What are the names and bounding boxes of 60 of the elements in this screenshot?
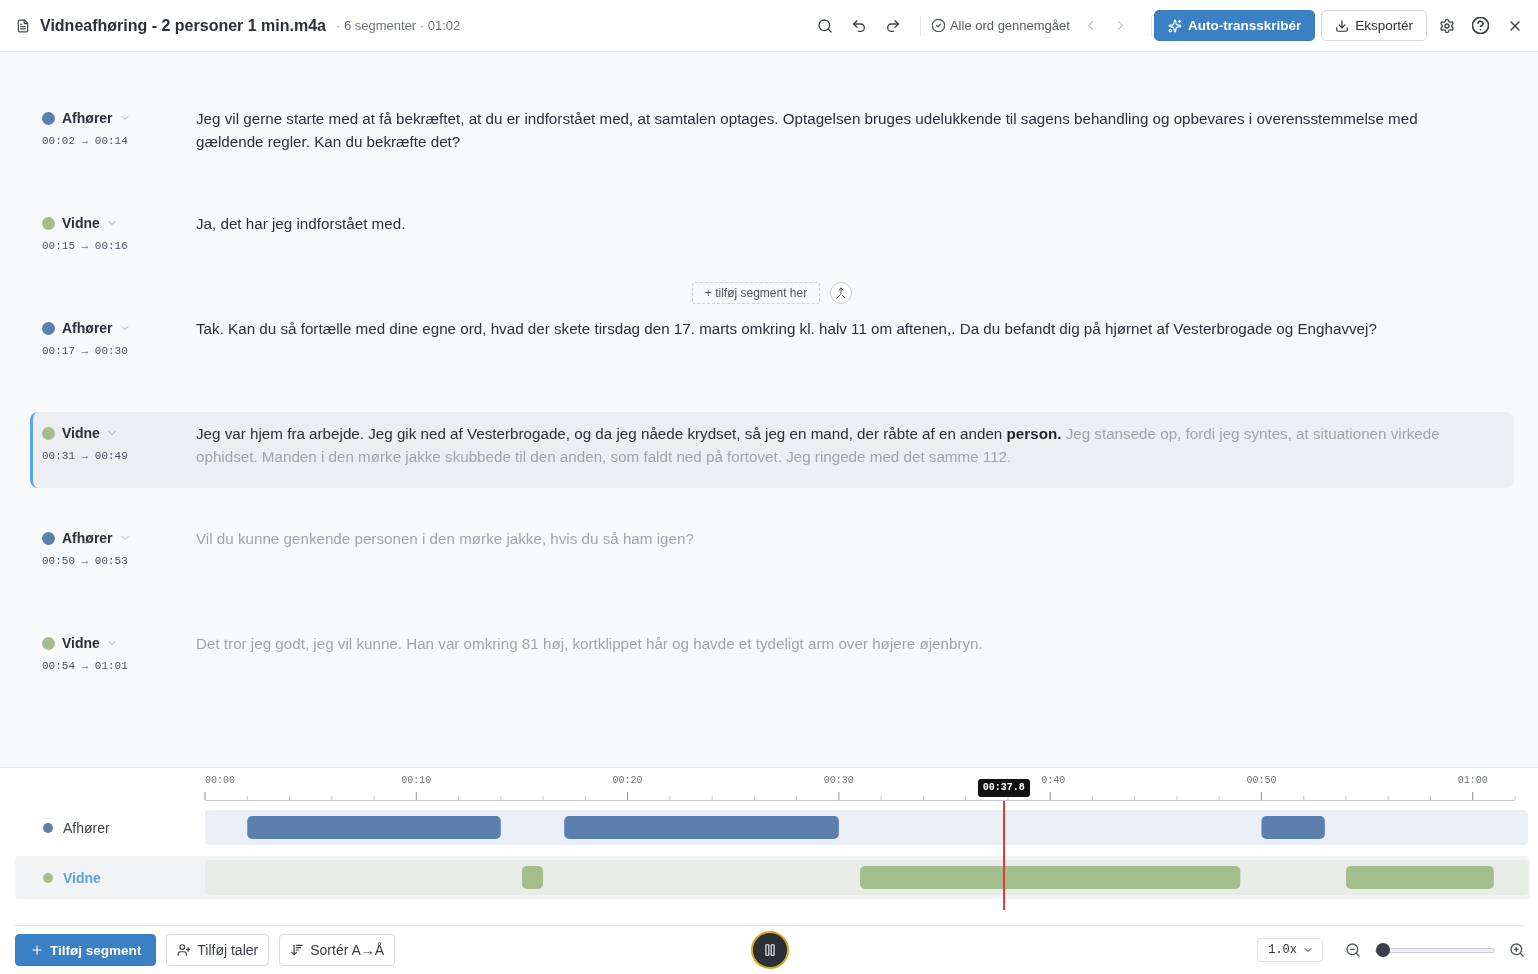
- sparkles-icon: [1167, 18, 1182, 33]
- segment-time: 00:54 → 01:01: [42, 659, 129, 673]
- segment-card[interactable]: [30, 412, 1514, 488]
- segment-text: Jeg var hjem fra arbejde. Jeg gik ned af Vesterbrogade, og da jeg nåede krydset, så jeg en mand, der råbte af en anden person. Jeg stansede op, fordi jeg syntes, at situationen virkede ophidset. Manden i den mørke jakke skubbede til den anden, som faldt ned på fortovet. Jeg ringede med det samme 112.: [196, 424, 1441, 467]
- segment-text: Tak. Kan du så fortælle med dine egne ord, hvad der skete tirsdag den 17. marts omkring kl. halv 11 om aftenen,. Da du befandt dig på hjørnet af Vesterbrogade og Enghavvej?: [196, 319, 1378, 339]
- merge-button[interactable]: [830, 281, 853, 304]
- auto-transcribe-button[interactable]: Auto-transskribér: [1153, 10, 1316, 41]
- merge-icon: [835, 286, 848, 299]
- zoom-slider-thumb[interactable]: [1376, 943, 1390, 957]
- pause-button[interactable]: [751, 931, 789, 969]
- help-icon[interactable]: [1472, 17, 1489, 34]
- speaker-select[interactable]: Afhører: [62, 320, 131, 336]
- file-icon: [16, 18, 30, 33]
- zoom-out-icon[interactable]: [1345, 942, 1361, 958]
- segment-time: 00:17 → 00:30: [42, 344, 129, 358]
- time-tick-label: 00:30: [823, 775, 854, 787]
- user-plus-icon: [177, 943, 192, 957]
- redo-icon[interactable]: [884, 17, 901, 34]
- pause-icon: [763, 943, 777, 957]
- segment-text: Vil du kunne genkende personen i den mørke jakke, hvis du så ham igen?: [196, 529, 695, 549]
- time-tick-label: 00:50: [1246, 775, 1277, 787]
- segment-text: Det tror jeg godt, jeg vil kunne. Han var omkring 81 høj, kortklippet hår og havde et tydeligt arm over højere øjenbryn.: [196, 634, 984, 654]
- sort-icon: [290, 943, 305, 957]
- plus-icon: [30, 943, 44, 957]
- time-tick-label: 00:20: [612, 775, 643, 787]
- add-segment-button[interactable]: Tilføj segment: [15, 934, 157, 966]
- segment-text: Jeg vil gerne starte med at få bekræftet, at du er indforstået med, at samtalen optages. Optagelsen bruges udelukkende til sagens behandling og opbevares i overensstemmelse med gældende regler. Kan du bekræfte det?: [196, 109, 1419, 152]
- sort-button[interactable]: Sortér A→Å: [279, 934, 396, 966]
- time-tick-label: 01:00: [1457, 775, 1488, 787]
- playhead-time: 00:37.8: [977, 779, 1030, 797]
- time-tick-label: 0:40: [1040, 775, 1066, 787]
- file-title: Vidneafhøring - 2 personer 1 min.m4a: [40, 16, 326, 35]
- track-label[interactable]: Afhører: [63, 819, 110, 836]
- segment-card[interactable]: Afhører 00:17 → 00:30 Tak. Kan du så fortælle med dine egne ord, hvad der skete tirsdag den 17. marts omkring kl. halv 11 om aftenen,. Da du befandt dig på hjørnet af Vesterbrogade og Enghavvej?: [30, 307, 1514, 383]
- segment-card[interactable]: Vidne 00:54 → 01:01 Det tror jeg godt, jeg vil kunne. Han var omkring 81 høj, kortklippet hår og havde et tydeligt arm over højere øjenbryn.: [30, 622, 1514, 698]
- download-icon: [1335, 18, 1350, 33]
- time-tick-label: 00:00: [205, 775, 235, 787]
- segment-card[interactable]: Vidne 00:15 → 00:16 Ja, det har jeg indforstået med.: [30, 202, 1514, 278]
- undo-icon[interactable]: [850, 17, 867, 34]
- segment-time: 00:15 → 00:16: [42, 239, 129, 253]
- segment-time: 00:50 → 00:53: [42, 554, 129, 568]
- search-icon[interactable]: [816, 17, 833, 34]
- speed-select[interactable]: 1.0x: [1257, 938, 1323, 962]
- time-tick-label: 00:10: [401, 775, 432, 787]
- speaker-select[interactable]: Vidne: [62, 215, 118, 231]
- segment-card[interactable]: Afhører 00:50 → 00:53 Vil du kunne genkende personen i den mørke jakke, hvis du så ham igen?: [30, 517, 1514, 593]
- segment-time: 00:02 → 00:14: [42, 134, 129, 148]
- segment-time: 00:31 → 00:49: [42, 449, 129, 463]
- speaker-select[interactable]: Afhører: [62, 110, 131, 126]
- segment-text: Ja, det har jeg indforstået med.: [196, 214, 407, 234]
- add-speaker-button[interactable]: Tilføj taler: [166, 934, 270, 966]
- file-meta: · 6 segmenter · 01:02: [336, 18, 461, 33]
- add-segment-here-button[interactable]: + tilføj segment her: [691, 281, 821, 304]
- review-status: Alle ord gennemgået: [949, 18, 1070, 33]
- settings-icon[interactable]: [1439, 17, 1455, 34]
- speaker-select[interactable]: Vidne: [62, 425, 118, 441]
- export-button[interactable]: Eksportér: [1321, 10, 1427, 41]
- speaker-select[interactable]: Vidne: [62, 635, 118, 651]
- zoom-in-icon[interactable]: [1509, 942, 1525, 958]
- speaker-select[interactable]: Afhører: [62, 530, 131, 546]
